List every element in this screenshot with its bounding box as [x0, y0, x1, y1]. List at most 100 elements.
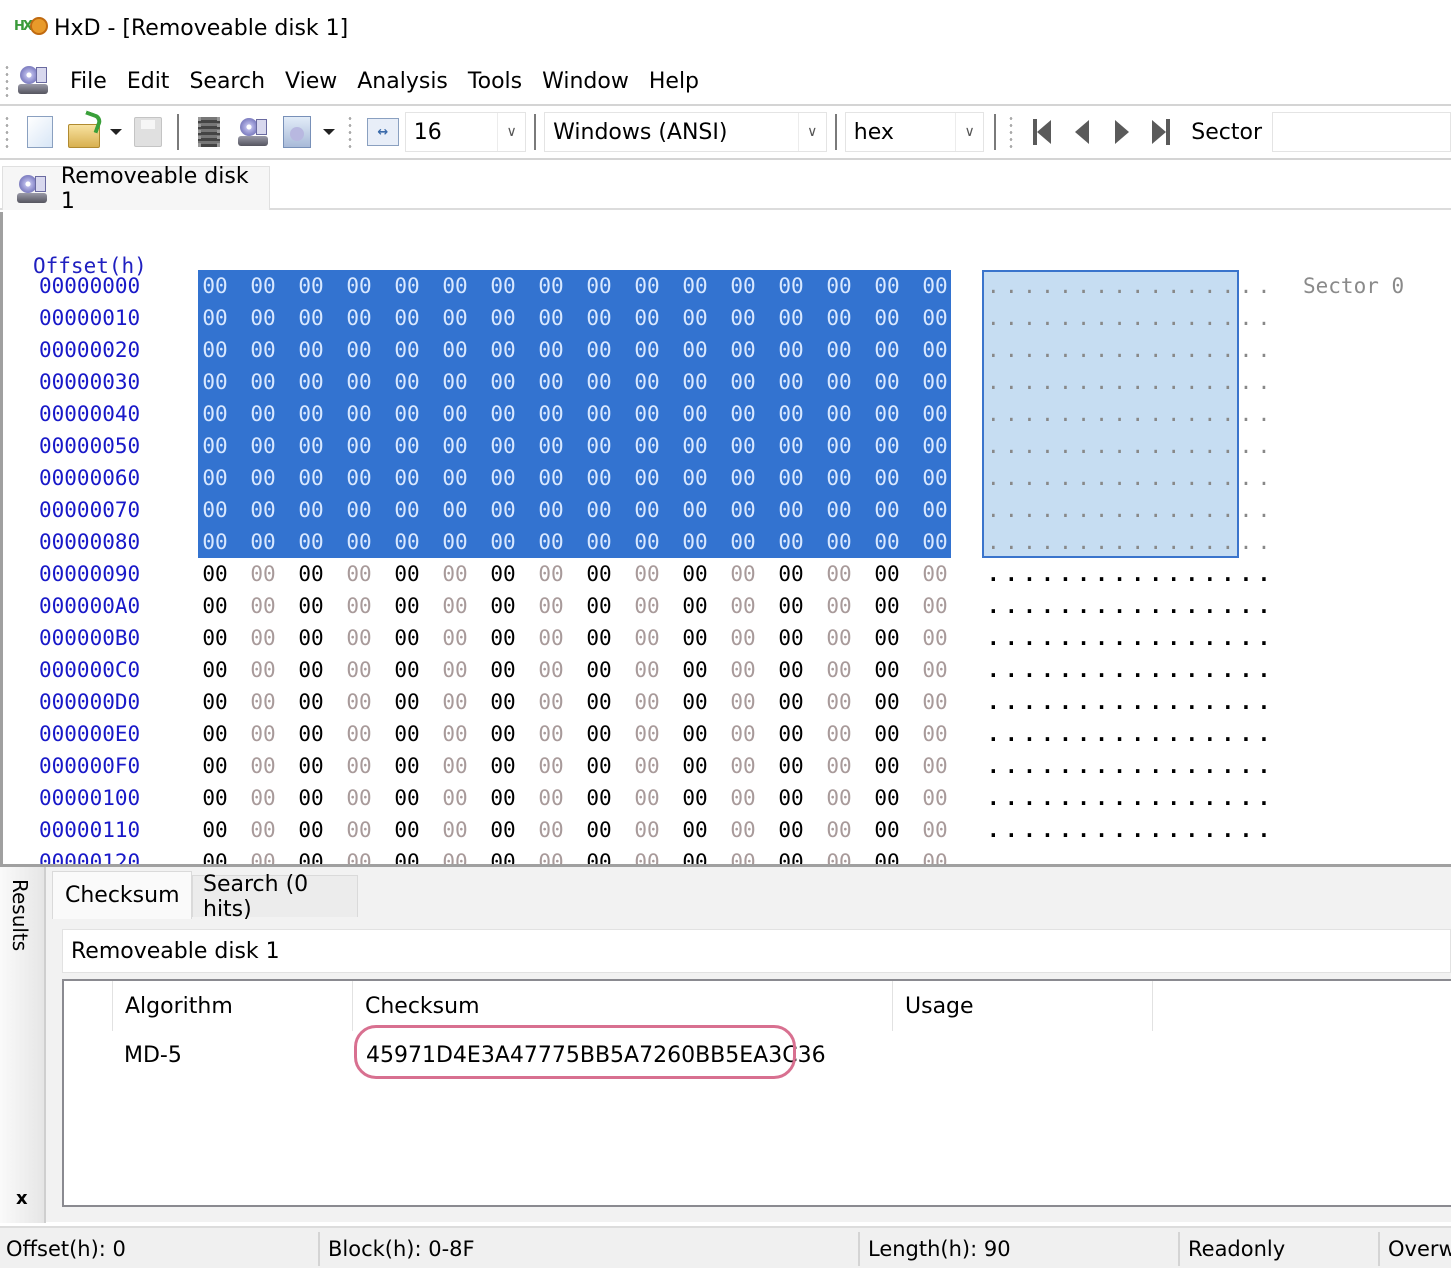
hex-row[interactable]: 00000060 00 00 00 00 00 00 00 00 00 00 00 00 00 00 00 00… [3, 462, 1451, 494]
hex-byte[interactable]: 00 [195, 274, 235, 298]
hex-byte[interactable]: 00 [579, 466, 619, 490]
hex-byte[interactable]: 00 [339, 274, 379, 298]
hex-byte[interactable]: 00 [483, 466, 523, 490]
hex-byte[interactable]: 00 [531, 466, 571, 490]
hex-byte[interactable]: 00 [675, 658, 715, 682]
hex-byte[interactable]: 00 [579, 370, 619, 394]
first-sector-button[interactable] [1022, 114, 1062, 150]
hex-byte[interactable]: 00 [291, 850, 331, 864]
hex-byte[interactable]: 00 [531, 850, 571, 864]
hex-byte[interactable]: 00 [339, 658, 379, 682]
hex-byte[interactable]: 00 [339, 594, 379, 618]
hex-byte[interactable]: 00 [435, 434, 475, 458]
toolbar-grip-handle-2[interactable] [346, 115, 353, 149]
hex-byte[interactable]: 00 [243, 530, 283, 554]
decoded-text[interactable]: ................ [987, 338, 1276, 362]
hex-byte[interactable]: 00 [675, 466, 715, 490]
hex-byte[interactable]: 00 [435, 626, 475, 650]
hex-byte[interactable]: 00 [291, 466, 331, 490]
decoded-text[interactable]: ................ [987, 754, 1276, 778]
hex-byte[interactable]: 00 [243, 594, 283, 618]
hex-byte[interactable]: 00 [819, 274, 859, 298]
hex-byte[interactable]: 00 [387, 850, 427, 864]
hex-byte[interactable]: 00 [675, 274, 715, 298]
open-dropdown-arrow-icon[interactable] [109, 129, 122, 135]
hex-byte[interactable]: 00 [531, 786, 571, 810]
hex-byte[interactable]: 00 [819, 338, 859, 362]
hex-byte[interactable]: 00 [387, 434, 427, 458]
menu-search[interactable]: Search [179, 69, 275, 94]
hex-byte[interactable]: 00 [483, 562, 523, 586]
hex-byte[interactable]: 00 [531, 434, 571, 458]
hex-row[interactable]: 00000090 00 00 00 00 00 00 00 00 00 00 00 00 00 00 00 00… [3, 558, 1451, 590]
hex-byte[interactable]: 00 [867, 562, 907, 586]
hex-byte[interactable]: 00 [723, 434, 763, 458]
hex-row[interactable]: 000000A0 00 00 00 00 00 00 00 00 00 00 00 00 00 00 00 00… [3, 590, 1451, 622]
hex-byte[interactable]: 00 [483, 498, 523, 522]
hex-byte[interactable]: 00 [867, 498, 907, 522]
hex-row[interactable]: 00000070 00 00 00 00 00 00 00 00 00 00 00 00 00 00 00 00… [3, 494, 1451, 526]
hex-byte[interactable]: 00 [387, 594, 427, 618]
hex-byte[interactable]: 00 [771, 402, 811, 426]
hex-byte[interactable]: 00 [483, 274, 523, 298]
hex-byte[interactable]: 00 [579, 530, 619, 554]
hex-byte[interactable]: 00 [771, 658, 811, 682]
hex-byte[interactable]: 00 [483, 658, 523, 682]
hex-byte[interactable]: 00 [387, 786, 427, 810]
hex-byte[interactable]: 00 [483, 850, 523, 864]
hex-byte[interactable]: 00 [339, 754, 379, 778]
decoded-text[interactable]: ................ [987, 306, 1276, 330]
hex-byte[interactable]: 00 [867, 754, 907, 778]
hex-byte[interactable]: 00 [243, 466, 283, 490]
hex-byte[interactable]: 00 [675, 690, 715, 714]
hex-byte[interactable]: 00 [195, 754, 235, 778]
hex-byte[interactable]: 00 [531, 306, 571, 330]
hex-byte[interactable]: 00 [195, 722, 235, 746]
hex-byte[interactable]: 00 [627, 530, 667, 554]
hex-byte[interactable]: 00 [483, 754, 523, 778]
decoded-text[interactable]: ................ [987, 626, 1276, 650]
hex-byte[interactable]: 00 [483, 690, 523, 714]
hex-byte[interactable]: 00 [675, 370, 715, 394]
hex-byte[interactable]: 00 [627, 658, 667, 682]
hex-byte[interactable]: 00 [483, 786, 523, 810]
hex-byte[interactable]: 00 [675, 722, 715, 746]
hex-byte[interactable]: 00 [243, 690, 283, 714]
hex-byte[interactable]: 00 [339, 498, 379, 522]
decoded-text[interactable]: ................ [987, 818, 1276, 842]
toolbar-grip-handle[interactable] [4, 115, 10, 149]
hex-row[interactable]: 000000B0 00 00 00 00 00 00 00 00 00 00 00 00 00 00 00 00… [3, 622, 1451, 654]
hex-byte[interactable]: 00 [627, 786, 667, 810]
hex-byte[interactable]: 00 [291, 530, 331, 554]
hex-byte[interactable]: 00 [771, 434, 811, 458]
hex-byte[interactable]: 00 [915, 722, 955, 746]
hex-byte[interactable]: 00 [435, 818, 475, 842]
hex-byte[interactable]: 00 [627, 434, 667, 458]
hex-byte[interactable]: 00 [819, 402, 859, 426]
disk-image-dropdown-arrow-icon[interactable] [322, 129, 335, 135]
hex-byte[interactable]: 00 [339, 690, 379, 714]
hex-byte[interactable]: 00 [579, 722, 619, 746]
hex-byte[interactable]: 00 [579, 658, 619, 682]
hex-byte[interactable]: 00 [483, 530, 523, 554]
hex-row[interactable]: 000000E0 00 00 00 00 00 00 00 00 00 00 00 00 00 00 00 00… [3, 718, 1451, 750]
hex-byte[interactable]: 00 [291, 754, 331, 778]
hex-byte[interactable]: 00 [627, 722, 667, 746]
hex-byte[interactable]: 00 [435, 338, 475, 362]
hex-byte[interactable]: 00 [531, 818, 571, 842]
hex-byte[interactable]: 00 [867, 786, 907, 810]
hex-byte[interactable]: 00 [627, 626, 667, 650]
hex-byte[interactable]: 00 [771, 626, 811, 650]
hex-row[interactable]: 00000000 00 00 00 00 00 00 00 00 00 00 00 00 00 00 00 00… [3, 270, 1451, 302]
menu-tools[interactable]: Tools [458, 69, 532, 94]
hex-byte[interactable]: 00 [387, 402, 427, 426]
hex-byte[interactable]: 00 [819, 562, 859, 586]
hex-byte[interactable]: 00 [291, 658, 331, 682]
open-file-button[interactable] [66, 114, 102, 150]
hex-byte[interactable]: 00 [627, 562, 667, 586]
hex-byte[interactable]: 00 [723, 498, 763, 522]
hex-byte[interactable]: 00 [579, 434, 619, 458]
hex-byte[interactable]: 00 [915, 850, 955, 864]
hex-byte[interactable]: 00 [723, 786, 763, 810]
status-insert-mode[interactable]: Overw [1382, 1232, 1451, 1266]
